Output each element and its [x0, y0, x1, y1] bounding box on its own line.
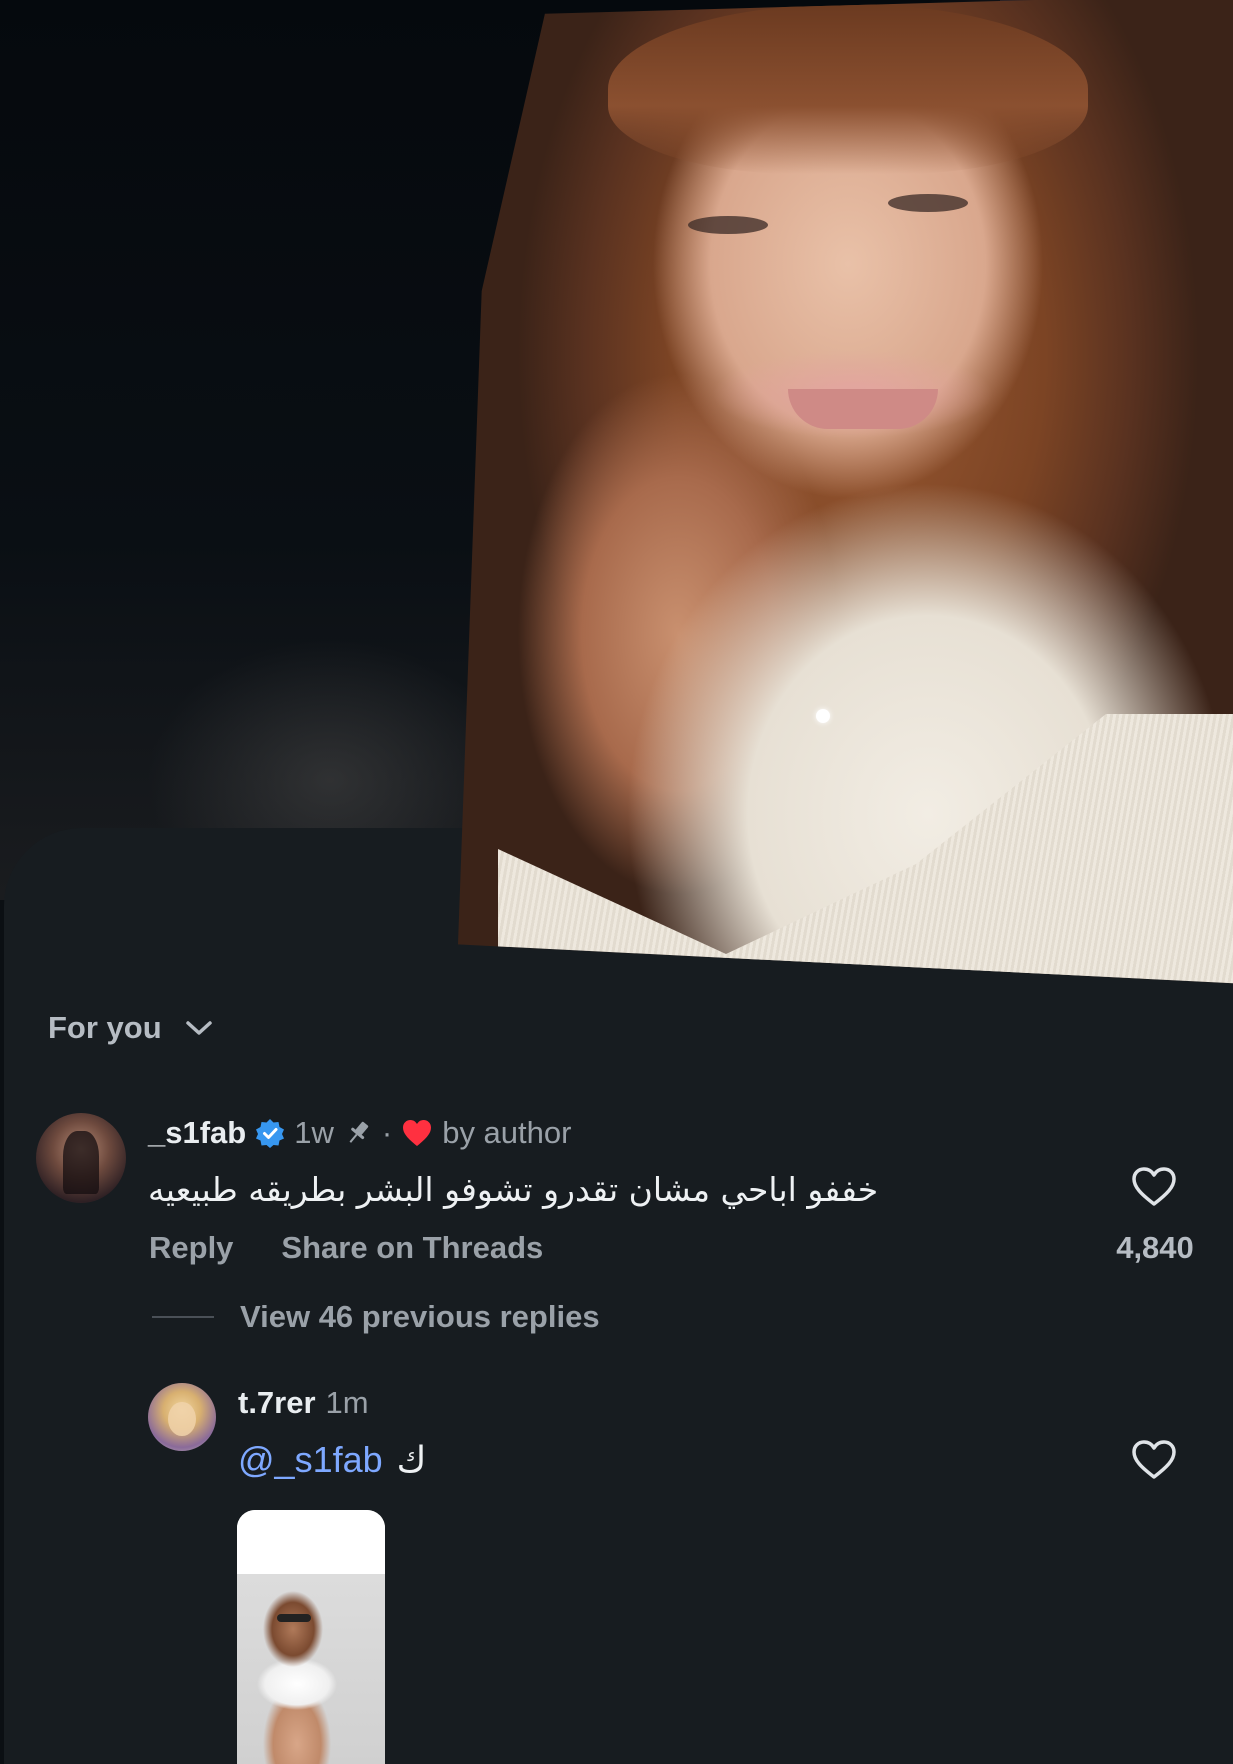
chevron-down-icon: [184, 1018, 214, 1038]
reply-time: 1m: [325, 1385, 369, 1420]
avatar-figure: [63, 1131, 99, 1194]
reply-image-attachment[interactable]: [237, 1510, 385, 1764]
photo-sticker: [458, 0, 1233, 984]
avatar-figure: [168, 1402, 196, 1437]
view-replies-label: View 46 previous replies: [240, 1299, 600, 1334]
verified-badge-icon: [255, 1118, 285, 1148]
sort-label: For you: [48, 1010, 162, 1045]
heart-outline-icon[interactable]: [1131, 1439, 1177, 1481]
sort-dropdown[interactable]: For you: [48, 1010, 214, 1046]
comment-username[interactable]: _s1fab: [148, 1115, 246, 1151]
reply-body: ك: [396, 1440, 427, 1481]
view-replies-button[interactable]: View 46 previous replies: [152, 1299, 600, 1335]
comment-text: خففو اباحي مشان تقدرو تشوفو البشر بطريقه…: [148, 1170, 879, 1209]
reply-button[interactable]: Reply: [149, 1230, 233, 1266]
screen: For you _s1fab 1w · by author خففو اباحي…: [0, 0, 1233, 1764]
attachment-sunglasses: [277, 1614, 311, 1622]
replies-divider: [152, 1316, 214, 1318]
share-on-threads-button[interactable]: Share on Threads: [281, 1230, 543, 1266]
heart-filled-icon: [401, 1118, 433, 1148]
mention-link[interactable]: @_s1fab: [238, 1439, 383, 1481]
reply-avatar[interactable]: [148, 1383, 216, 1451]
avatar[interactable]: [36, 1113, 126, 1203]
sticker-eye-right: [888, 194, 968, 212]
attachment-screenshot-header: [237, 1510, 385, 1575]
comment-header: _s1fab 1w · by author: [148, 1115, 571, 1151]
attachment-photo: [237, 1574, 385, 1764]
sticker-smile: [788, 389, 938, 429]
reply-header: t.7rer 1m: [238, 1385, 369, 1421]
sticker-hair: [608, 4, 1088, 174]
liked-by-author-label: by author: [442, 1115, 572, 1150]
sticker-eye-left: [688, 216, 768, 234]
heart-outline-icon[interactable]: [1131, 1166, 1177, 1208]
sticker-shirt: [498, 714, 1233, 984]
pin-icon: [343, 1118, 373, 1148]
comment-actions: Reply Share on Threads: [149, 1230, 543, 1266]
like-count: 4,840: [1116, 1230, 1194, 1265]
reply-text: @_s1fab ك: [238, 1439, 426, 1481]
comment-time: 1w: [294, 1115, 334, 1150]
sticker-necklace: [816, 709, 830, 723]
reply-username[interactable]: t.7rer: [238, 1385, 316, 1421]
separator-dot: ·: [381, 1115, 393, 1150]
